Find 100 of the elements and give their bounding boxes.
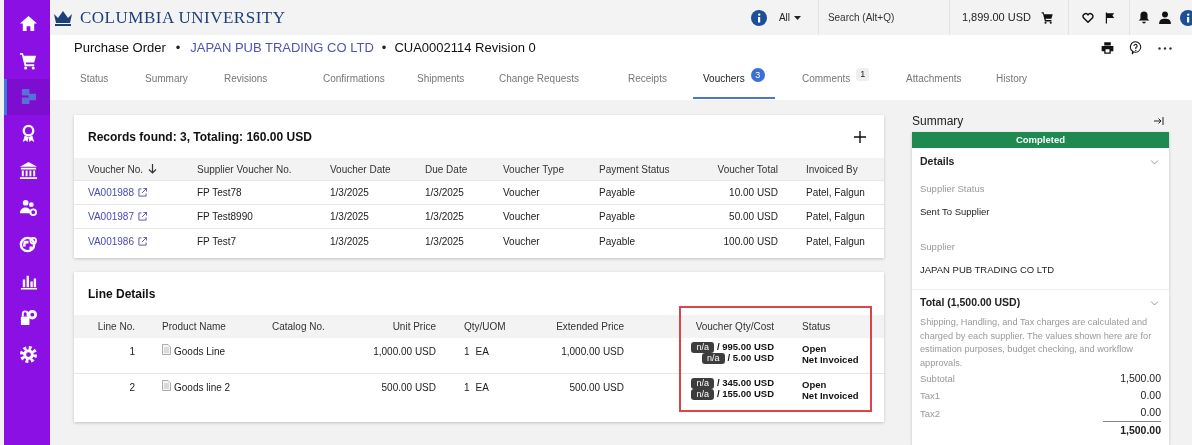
- amount-text: 0.00: [1140, 388, 1161, 404]
- document-number: CUA0002114 Revision 0: [394, 39, 536, 58]
- table-cell-text: Voucher: [503, 186, 540, 200]
- voucher-link[interactable]: VA001988: [88, 185, 134, 200]
- column-header[interactable]: Due Date: [425, 161, 468, 177]
- column-header[interactable]: Invoiced By: [806, 161, 858, 177]
- tab[interactable]: Shipments: [407, 70, 475, 99]
- tab[interactable]: History: [986, 70, 1038, 99]
- tab[interactable]: Vouchers 3: [693, 70, 775, 99]
- note-text: Shipping, Handling, and Tax charges are calculated and charged by each supplier. The values shown here are for estimation purposes, budget checking, and workflow approvals.: [919, 316, 1153, 370]
- people-icon: [19, 197, 38, 217]
- tab[interactable]: Revisions: [214, 70, 278, 99]
- tab[interactable]: Change Requests: [489, 70, 590, 99]
- quantity-badge: n/a: [702, 353, 725, 364]
- table-cell-text: Goods line 2: [174, 381, 231, 395]
- table-cell: / 5.00 USD: [727, 351, 774, 366]
- table-cell: / 155.00 USD: [716, 387, 774, 402]
- voucher-link[interactable]: VA001987: [88, 209, 134, 224]
- count-badge: 3: [750, 68, 765, 82]
- supplier-link[interactable]: JAPAN PUB TRADING CO LTD: [190, 38, 374, 58]
- table-cell-text: 1,000.00 USD: [561, 345, 624, 359]
- table-cell-text: 1,000.00 USD: [373, 345, 436, 359]
- table-cell-text: Voucher: [503, 234, 540, 249]
- tab[interactable]: Comments 1: [792, 70, 880, 99]
- table-cell-text: Payable: [599, 210, 636, 224]
- table-cell-text: Payable: [599, 186, 636, 200]
- status-banner: Completed: [912, 132, 1169, 148]
- status-text: Net Invoiced: [802, 354, 860, 365]
- external-link-icon[interactable]: [137, 236, 147, 246]
- column-header[interactable]: Voucher Date: [330, 161, 391, 177]
- external-link-icon[interactable]: [137, 212, 147, 221]
- bell-icon[interactable]: [1138, 11, 1150, 24]
- column-header[interactable]: Voucher Total: [717, 161, 778, 177]
- table-cell-text: 1: [464, 345, 470, 359]
- user-icon[interactable]: [1159, 11, 1171, 24]
- table-cell-text: 1/3/2025: [425, 234, 464, 249]
- column-header[interactable]: Unit Price: [392, 319, 436, 334]
- caret-icon: [794, 15, 801, 20]
- tab[interactable]: Receipts: [618, 70, 677, 99]
- section-title: Total (1,500.00 USD): [920, 295, 1021, 311]
- table-cell-text: Voucher: [503, 210, 540, 224]
- cart-icon: [19, 50, 38, 70]
- table-cell-text: 1/3/2025: [330, 234, 369, 249]
- tab[interactable]: Attachments: [896, 70, 972, 99]
- print-icon[interactable]: [1101, 42, 1114, 54]
- settings-icon: [19, 345, 38, 365]
- document-icon: [162, 344, 171, 355]
- globe-icon: [19, 234, 38, 254]
- quantity-badge: n/a: [691, 389, 714, 400]
- table-cell-text: 500.00 USD: [381, 381, 436, 395]
- amount-text: 0.00: [1103, 405, 1161, 423]
- collapse-panel-icon[interactable]: [1154, 116, 1164, 126]
- field-value: Sent To Supplier: [920, 205, 991, 220]
- field-label: Tax2: [920, 406, 941, 421]
- info-icon[interactable]: [1180, 9, 1192, 26]
- tab[interactable]: Confirmations: [313, 70, 395, 99]
- heart-icon[interactable]: [1082, 12, 1094, 23]
- help-icon[interactable]: [1129, 41, 1142, 55]
- card-title: Line Details: [88, 285, 156, 303]
- column-header[interactable]: Payment Status: [599, 161, 670, 177]
- home-icon: [19, 13, 38, 33]
- add-icon[interactable]: [854, 130, 866, 143]
- column-header[interactable]: Voucher Type: [503, 161, 564, 177]
- table-cell-text: 500.00 USD: [569, 381, 624, 395]
- field-label: Supplier Status: [920, 182, 986, 196]
- tab[interactable]: Summary: [135, 70, 198, 99]
- external-link-icon[interactable]: [137, 188, 147, 197]
- sort-down-icon[interactable]: [148, 164, 158, 174]
- total-amount: 1,500.00: [1120, 423, 1161, 439]
- column-header[interactable]: Voucher No.: [88, 161, 144, 177]
- column-header[interactable]: Status: [802, 319, 831, 334]
- table-cell-text: EA: [475, 345, 489, 359]
- table-cell-text: 1/3/2025: [330, 186, 369, 200]
- column-header[interactable]: Product Name: [162, 319, 226, 334]
- voucher-link[interactable]: VA001986: [88, 233, 134, 249]
- table-cell-text: FP Test8990: [197, 210, 253, 224]
- field-label: Supplier: [920, 239, 956, 254]
- column-header[interactable]: Supplier Voucher No.: [197, 161, 292, 177]
- lock-gear-icon: [19, 308, 38, 328]
- table-cell-text: 100.00 USD: [723, 234, 778, 249]
- status-text: Net Invoiced: [802, 390, 860, 401]
- column-header[interactable]: Catalog No.: [272, 319, 325, 334]
- card-title: Records found: 3, Totaling: 160.00 USD: [88, 128, 312, 146]
- tab[interactable]: Status: [70, 70, 119, 99]
- table-cell-text: / 995.00 USD: [716, 340, 774, 354]
- table-cell-text: 1: [129, 345, 135, 359]
- table-cell-text: Patel, Falgun: [806, 234, 865, 249]
- flag-icon[interactable]: [1104, 11, 1116, 24]
- table-cell-text: 2: [129, 381, 135, 395]
- more-icon[interactable]: [1158, 46, 1172, 50]
- column-header[interactable]: Line No.: [97, 319, 135, 334]
- column-header[interactable]: Extended Price: [556, 319, 624, 334]
- panel-title: Summary: [912, 113, 964, 130]
- separator-dot: •: [175, 39, 181, 58]
- column-header[interactable]: Voucher Qty/Cost: [695, 319, 774, 334]
- table-cell-text: Goods Line: [174, 345, 226, 359]
- table-cell-text: Patel, Falgun: [806, 186, 865, 200]
- column-header[interactable]: Qty/UOM: [464, 319, 506, 334]
- table-cell-text: FP Test7: [197, 234, 237, 249]
- table-cell-text: 1: [464, 381, 470, 395]
